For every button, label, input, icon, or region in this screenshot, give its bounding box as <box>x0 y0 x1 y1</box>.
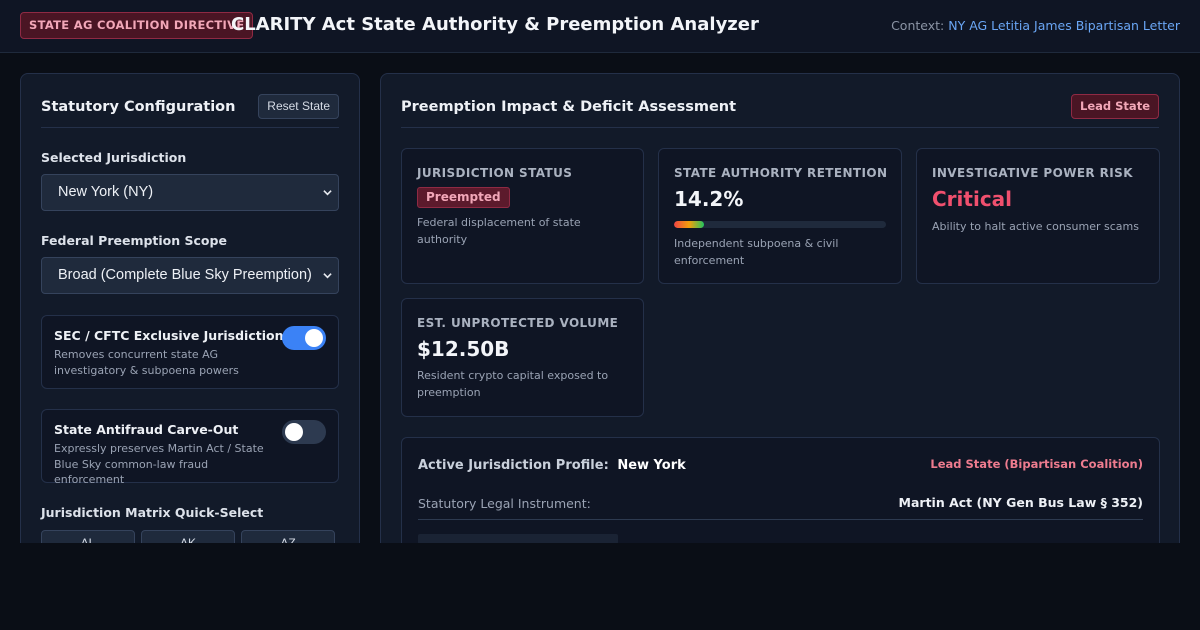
quick-select-al[interactable]: AL <box>41 530 135 543</box>
instrument-label: Statutory Legal Instrument: <box>418 496 591 511</box>
metric-description: Federal displacement of state authority <box>417 216 581 246</box>
statutory-configuration-panel: Statutory Configuration Reset State Sele… <box>20 73 360 543</box>
metric-label: JURISDICTION STATUS <box>417 166 573 180</box>
app-title: CLARITY Act State Authority & Preemption… <box>231 14 759 35</box>
profile-divider <box>418 519 1143 520</box>
main-area: Statutory Configuration Reset State Sele… <box>0 53 1200 543</box>
preemption-impact-panel: Preemption Impact & Deficit Assessment L… <box>380 73 1180 543</box>
metric-description: Resident crypto capital exposed to preem… <box>417 369 609 399</box>
toggle-title: SEC / CFTC Exclusive Jurisdiction <box>54 328 284 343</box>
metric-label: INVESTIGATIVE POWER RISK <box>932 166 1133 180</box>
jurisdiction-profile: Active Jurisdiction Profile: New York Le… <box>401 437 1160 543</box>
lead-state-badge: Lead State <box>1071 94 1159 119</box>
jurisdiction-value: New York (NY) <box>58 184 154 200</box>
reset-state-button[interactable]: Reset State <box>258 94 339 119</box>
volume-value: $12.50B <box>417 337 510 361</box>
toggle-description: Removes concurrent state AG investigator… <box>54 348 239 377</box>
matrix-label: Jurisdiction Matrix Quick-Select <box>41 505 264 520</box>
metric-label: EST. UNPROTECTED VOLUME <box>417 316 619 330</box>
metric-label: STATE AUTHORITY RETENTION <box>674 166 888 180</box>
scope-label: Federal Preemption Scope <box>41 233 227 248</box>
toggle-title: State Antifraud Carve-Out <box>54 422 239 437</box>
impact-divider <box>401 127 1159 128</box>
impact-title: Preemption Impact & Deficit Assessment <box>401 99 737 115</box>
context-label: Context: <box>891 18 945 33</box>
preemption-scope-select[interactable]: Broad (Complete Blue Sky Preemption) <box>41 257 339 294</box>
retention-progress-fill <box>674 221 705 228</box>
status-badge: Preempted <box>417 187 510 208</box>
profile-next-row <box>418 534 618 543</box>
toggle-knob <box>285 423 303 441</box>
retention-progress-bar <box>674 221 886 228</box>
context-link[interactable]: NY AG Letitia James Bipartisan Letter <box>948 18 1180 33</box>
exclusive-jurisdiction-toggle[interactable] <box>282 326 326 350</box>
quick-select-az[interactable]: AZ <box>241 530 335 543</box>
toggle-description: Expressly preserves Martin Act / State B… <box>54 442 264 486</box>
metric-description: Independent subpoena & civil enforcement <box>674 237 839 267</box>
profile-heading: Active Jurisdiction Profile: New York <box>418 458 686 473</box>
risk-value: Critical <box>932 187 1013 211</box>
profile-state: New York <box>617 458 686 473</box>
instrument-value: Martin Act (NY Gen Bus Law § 352) <box>898 495 1143 510</box>
config-title: Statutory Configuration <box>41 99 236 115</box>
toggle-knob <box>305 329 323 347</box>
chevron-down-icon <box>323 273 332 279</box>
config-divider <box>41 127 339 128</box>
retention-value: 14.2% <box>674 187 744 211</box>
quick-select-ak[interactable]: AK <box>141 530 235 543</box>
directive-tag: STATE AG COALITION DIRECTIVE <box>20 12 254 39</box>
antifraud-carve-out-toggle[interactable] <box>282 420 326 444</box>
authority-retention-card: STATE AUTHORITY RETENTION 14.2% Independ… <box>658 148 902 284</box>
profile-lead-status: Lead State (Bipartisan Coalition) <box>930 457 1143 471</box>
toggle-card-antifraud-carve-out: State Antifraud Carve-Out Expressly pres… <box>41 409 339 486</box>
profile-heading-label: Active Jurisdiction Profile: <box>418 458 609 473</box>
metric-description: Ability to halt active consumer scams <box>932 220 1139 233</box>
context-info: Context: NY AG Letitia James Bipartisan … <box>891 18 1180 33</box>
scope-value: Broad (Complete Blue Sky Preemption) <box>58 267 312 283</box>
jurisdiction-select[interactable]: New York (NY) <box>41 174 339 211</box>
chevron-down-icon <box>323 190 332 196</box>
jurisdiction-status-card: JURISDICTION STATUS Preempted Federal di… <box>401 148 644 284</box>
toggle-card-exclusive-jurisdiction: SEC / CFTC Exclusive Jurisdiction Remove… <box>41 315 339 389</box>
jurisdiction-label: Selected Jurisdiction <box>41 150 187 165</box>
unprotected-volume-card: EST. UNPROTECTED VOLUME $12.50B Resident… <box>401 298 644 417</box>
investigative-risk-card: INVESTIGATIVE POWER RISK Critical Abilit… <box>916 148 1160 284</box>
top-bar: STATE AG COALITION DIRECTIVE CLARITY Act… <box>0 0 1200 53</box>
